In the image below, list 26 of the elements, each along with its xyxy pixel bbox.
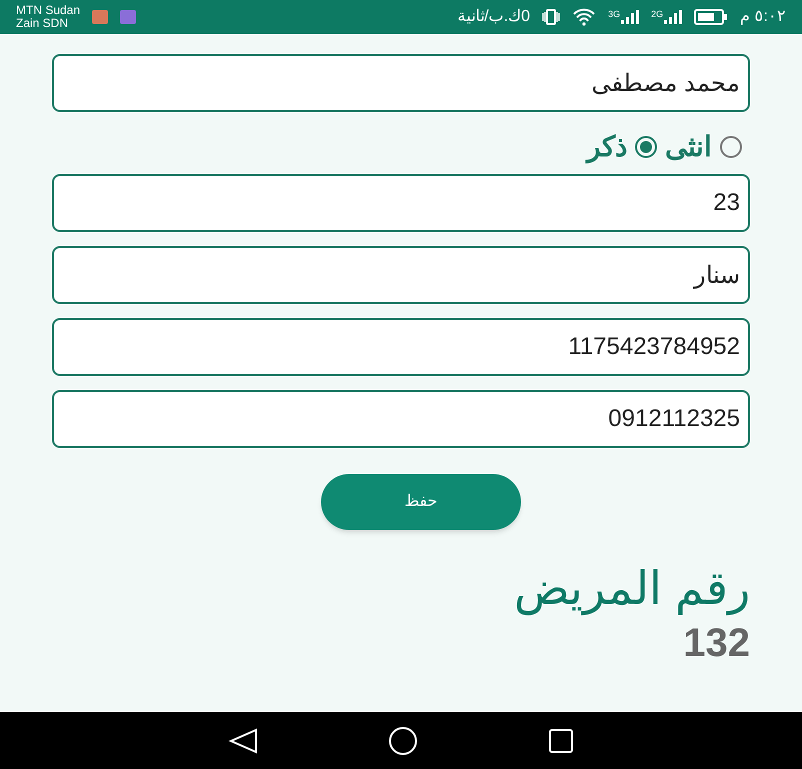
home-icon[interactable] xyxy=(388,726,418,756)
patient-number: 132 xyxy=(682,620,750,666)
carrier-label: MTN Sudan xyxy=(16,4,80,17)
app-icon xyxy=(92,10,108,24)
signal-icon xyxy=(664,10,682,24)
recents-icon[interactable] xyxy=(548,728,574,754)
signal-icon xyxy=(621,10,640,24)
carrier-label: Zain SDN xyxy=(16,17,70,30)
speed-label: 0ك.ب/ثانية xyxy=(457,7,530,27)
network-label: 2G xyxy=(651,10,664,19)
clock: ٥:٠٢ م xyxy=(740,7,786,27)
wifi-icon xyxy=(572,8,596,26)
input-field[interactable]: 0912112325 xyxy=(52,390,750,448)
input-field[interactable]: سنار xyxy=(52,246,750,304)
app-icon xyxy=(120,10,136,24)
battery-icon xyxy=(694,9,728,25)
input-field[interactable]: محمد مصطفى xyxy=(52,54,750,112)
vibrate-icon xyxy=(542,9,560,25)
back-icon[interactable] xyxy=(228,728,258,754)
gender-radio[interactable]: ذكر xyxy=(587,126,657,168)
input-field[interactable]: 1175423784952 xyxy=(52,318,750,376)
save-button[interactable]: حفظ xyxy=(321,474,521,530)
network-label: 3G xyxy=(608,10,620,19)
input-field[interactable]: 23 xyxy=(52,174,750,232)
gender-radio[interactable]: انثى xyxy=(665,126,742,168)
patient-number-label: رقم المريض xyxy=(513,561,750,618)
